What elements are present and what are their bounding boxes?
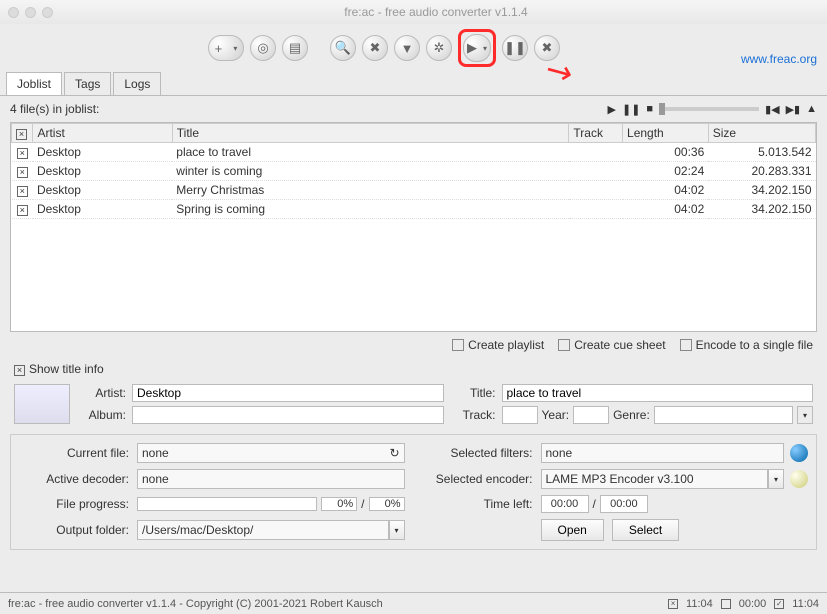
prev-track-icon[interactable]: ▮◀: [765, 103, 780, 116]
joblist-header: 4 file(s) in joblist: ▶ ❚❚ ■ ▮◀ ▶▮ ▲: [0, 96, 827, 122]
doc-icon[interactable]: ▤: [282, 35, 308, 61]
encoder-dropdown-icon[interactable]: ▾: [768, 469, 784, 489]
encode-options: Create playlist Create cue sheet Encode …: [0, 332, 827, 358]
window-controls[interactable]: [8, 7, 53, 18]
tab-tags[interactable]: Tags: [64, 72, 111, 95]
next-track-icon[interactable]: ▶▮: [786, 103, 801, 116]
active-decoder-value: none: [137, 469, 405, 489]
genre-dropdown-icon[interactable]: ▾: [797, 406, 813, 424]
select-button[interactable]: Select: [612, 519, 679, 541]
file-progress-bar: [137, 497, 317, 511]
time-left-2: 00:00: [600, 495, 648, 513]
play-button[interactable]: ▶▾: [463, 34, 491, 62]
output-folder-label: Output folder:: [19, 523, 129, 537]
current-file-label: Current file:: [19, 446, 129, 460]
globe-icon[interactable]: [790, 444, 808, 462]
col-length[interactable]: Length: [623, 124, 709, 143]
output-folder-value[interactable]: /Users/mac/Desktop/: [137, 520, 389, 540]
footer-time-2: 00:00: [739, 598, 767, 610]
title-info-panel: Artist: Title: Album: Track: Year: Genre…: [0, 380, 827, 428]
col-title[interactable]: Title: [172, 124, 569, 143]
time-left-1: 00:00: [541, 495, 589, 513]
artist-field[interactable]: [132, 384, 444, 402]
window-title: fre:ac - free audio converter v1.1.4: [53, 5, 819, 19]
footer-time-3: 11:04: [792, 598, 819, 610]
year-field[interactable]: [573, 406, 609, 424]
time-left-label: Time left:: [413, 497, 533, 511]
current-file-value: none↻: [137, 443, 405, 463]
check-all[interactable]: ×: [12, 124, 33, 143]
selected-encoder-label: Selected encoder:: [413, 472, 533, 486]
file-progress-pct2: 0%: [369, 497, 405, 511]
table-row[interactable]: × Desktop Merry Christmas 04:02 34.202.1…: [12, 181, 816, 200]
tab-logs[interactable]: Logs: [113, 72, 161, 95]
album-art: [14, 384, 70, 424]
genre-field[interactable]: [654, 406, 793, 424]
eject-icon[interactable]: ▲: [806, 103, 817, 115]
pause-button[interactable]: ❚❚: [502, 35, 528, 61]
track-field[interactable]: [502, 406, 538, 424]
show-title-toggle[interactable]: ×Show title info: [0, 358, 827, 380]
create-playlist-checkbox[interactable]: Create playlist: [452, 338, 544, 352]
main-toolbar: +▾ ◎ ▤ 🔍 ✖ ▼ ✲ ▶▾ ❚❚ ✖ ↘ www.freac.org: [0, 24, 827, 72]
table-row[interactable]: × Desktop winter is coming 02:24 20.283.…: [12, 162, 816, 181]
playback-controls: ▶ ❚❚ ■ ▮◀ ▶▮ ▲: [608, 103, 817, 116]
titlebar: fre:ac - free audio converter v1.1.4: [0, 0, 827, 24]
search-icon[interactable]: 🔍: [330, 35, 356, 61]
disc-icon[interactable]: ◎: [250, 35, 276, 61]
col-artist[interactable]: Artist: [33, 124, 172, 143]
table-row[interactable]: × Desktop Spring is coming 04:02 34.202.…: [12, 200, 816, 219]
status-bar: fre:ac - free audio converter v1.1.4 - C…: [0, 592, 827, 614]
encode-single-file-checkbox[interactable]: Encode to a single file: [680, 338, 813, 352]
tab-bar: Joblist Tags Logs: [0, 72, 827, 96]
pause-icon[interactable]: ❚❚: [622, 103, 640, 116]
gear-icon[interactable]: ✲: [426, 35, 452, 61]
status-panel: Current file: none↻ Selected filters: no…: [10, 434, 817, 550]
active-decoder-label: Active decoder:: [19, 472, 129, 486]
joblist-table: × Artist Title Track Length Size × Deskt…: [10, 122, 817, 332]
clock-icon[interactable]: [790, 470, 808, 488]
footer-text: fre:ac - free audio converter v1.1.4 - C…: [8, 598, 383, 610]
row-check[interactable]: ×: [17, 205, 28, 216]
file-progress-label: File progress:: [19, 497, 129, 511]
create-cuesheet-checkbox[interactable]: Create cue sheet: [558, 338, 665, 352]
album-field[interactable]: [132, 406, 444, 424]
output-folder-dropdown-icon[interactable]: ▾: [389, 520, 405, 540]
add-files-button[interactable]: +▾: [208, 35, 244, 61]
album-label: Album:: [80, 408, 126, 422]
title-label: Title:: [450, 386, 496, 400]
play-icon[interactable]: ▶: [608, 103, 616, 116]
stop-button[interactable]: ✖: [534, 35, 560, 61]
play-button-highlight: ▶▾: [458, 29, 496, 67]
settings-icon[interactable]: ✖: [362, 35, 388, 61]
selected-encoder-value[interactable]: LAME MP3 Encoder v3.100: [541, 469, 769, 489]
genre-label: Genre:: [613, 408, 650, 422]
seek-slider[interactable]: [659, 107, 759, 111]
down-icon[interactable]: ▼: [394, 35, 420, 61]
footer-time-1: 11:04: [686, 598, 713, 610]
selected-filters-value: none: [541, 443, 785, 463]
stop-icon[interactable]: ■: [646, 103, 653, 115]
artist-label: Artist:: [80, 386, 126, 400]
reload-icon[interactable]: ↻: [389, 446, 399, 460]
selected-filters-label: Selected filters:: [413, 446, 533, 460]
website-link[interactable]: www.freac.org: [741, 52, 817, 66]
year-label: Year:: [542, 408, 570, 422]
row-check[interactable]: ×: [17, 167, 28, 178]
row-check[interactable]: ×: [17, 186, 28, 197]
title-field[interactable]: [502, 384, 814, 402]
tab-joblist[interactable]: Joblist: [6, 72, 62, 95]
col-size[interactable]: Size: [708, 124, 815, 143]
joblist-count: 4 file(s) in joblist:: [10, 102, 608, 116]
col-track[interactable]: Track: [569, 124, 623, 143]
row-check[interactable]: ×: [17, 148, 28, 159]
table-row[interactable]: × Desktop place to travel 00:36 5.013.54…: [12, 143, 816, 162]
file-progress-pct1: 0%: [321, 497, 357, 511]
track-label: Track:: [450, 408, 496, 422]
open-button[interactable]: Open: [541, 519, 604, 541]
